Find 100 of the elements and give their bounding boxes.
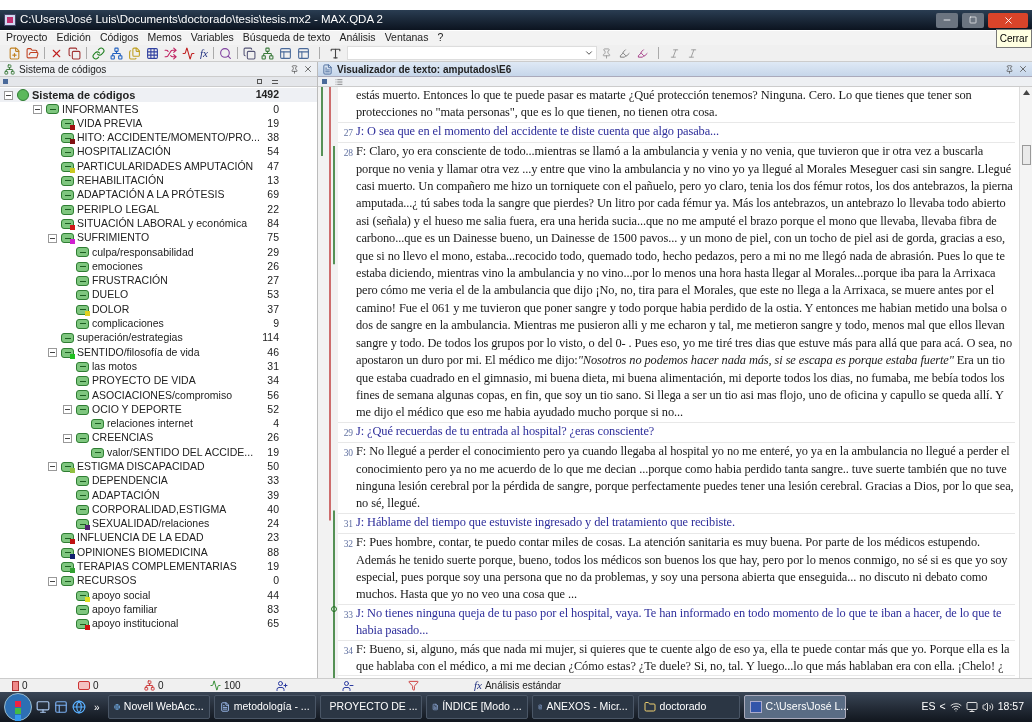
menu-item[interactable]: Edición bbox=[56, 30, 91, 46]
code-tree-item[interactable]: ASOCIACIONES/compromiso 56 bbox=[0, 388, 317, 403]
code-count: 37 bbox=[266, 301, 280, 317]
scrollbar[interactable] bbox=[1019, 87, 1032, 678]
menu-item[interactable]: Análisis bbox=[339, 30, 376, 46]
code-tree-item[interactable]: DUELO 53 bbox=[0, 288, 317, 303]
pin-icon[interactable] bbox=[1005, 64, 1014, 74]
code-tree-item[interactable]: OCIO Y DEPORTE 52 bbox=[0, 402, 317, 417]
menu-item[interactable]: ? bbox=[437, 30, 444, 46]
copy-icon[interactable] bbox=[240, 45, 258, 61]
code-tree-item[interactable]: PERIPLO LEGAL 22 bbox=[0, 202, 317, 217]
collapse-icon[interactable] bbox=[63, 433, 72, 443]
desktop-icon[interactable] bbox=[36, 700, 50, 714]
close-button[interactable] bbox=[988, 12, 1028, 28]
code-tree-item[interactable]: REHABILITACIÓN 13 bbox=[0, 173, 317, 189]
taskbar-button[interactable]: ANEXOS - Micr... bbox=[531, 695, 634, 719]
code-tree-item[interactable]: DEPENDENCIA 33 bbox=[0, 474, 317, 489]
collapse-icon[interactable] bbox=[48, 462, 57, 472]
code-tree-item[interactable]: RECURSOS 0 bbox=[0, 574, 317, 589]
display-icon[interactable] bbox=[965, 701, 978, 713]
code-tree-item[interactable]: TERAPIAS COMPLEMENTARIAS 19 bbox=[0, 559, 317, 575]
code-tree-item[interactable]: INFORMANTES 0 bbox=[0, 102, 317, 117]
code-tree-item[interactable]: culpa/responsabilidad 29 bbox=[0, 245, 317, 260]
copy-icon[interactable] bbox=[66, 45, 83, 61]
code-tree-item[interactable]: complicaciones 9 bbox=[0, 316, 317, 332]
window-switch-icon[interactable] bbox=[54, 700, 68, 714]
code-tree-item[interactable]: las motos 31 bbox=[0, 359, 317, 374]
tray-expand[interactable]: < bbox=[939, 699, 946, 715]
code-tree-item[interactable]: ADAPTACIÓN A LA PRÓTESIS 69 bbox=[0, 188, 317, 203]
code-tree-item[interactable]: HITO: ACCIDENTE/MOMENTO/PRO... 38 bbox=[0, 130, 317, 146]
collapse-icon[interactable] bbox=[48, 576, 57, 586]
menu-item[interactable]: Proyecto bbox=[6, 30, 48, 46]
code-tree-item[interactable]: ADAPTACIÓN 39 bbox=[0, 488, 317, 503]
collapse-icon[interactable] bbox=[48, 233, 57, 243]
menu-item[interactable]: Memos bbox=[147, 30, 182, 46]
network-icon[interactable] bbox=[108, 45, 125, 61]
code-tree-item[interactable]: apoyo institucional 65 bbox=[0, 617, 317, 632]
taskbar-button[interactable]: C:\Users\José L... bbox=[743, 695, 846, 719]
close-icon[interactable] bbox=[1018, 64, 1028, 74]
code-tree-item[interactable]: SENTIDO/filosofía de vida 46 bbox=[0, 345, 317, 360]
code-tree-item[interactable]: CREENCIAS 26 bbox=[0, 431, 317, 446]
menu-item[interactable]: Búsqueda de texto bbox=[242, 30, 331, 46]
collapse-icon[interactable] bbox=[48, 348, 57, 357]
code-tree-item[interactable]: apoyo social 44 bbox=[0, 588, 317, 603]
code-count: 65 bbox=[266, 616, 280, 632]
taskbar-button[interactable]: Novell WebAcc... bbox=[107, 695, 210, 719]
browser-icon[interactable] bbox=[72, 700, 86, 714]
code-tree-item[interactable]: CORPORALIDAD,ESTIGMA 40 bbox=[0, 502, 317, 517]
code-tree-item[interactable]: HOSPITALIZACIÓN 54 bbox=[0, 145, 317, 160]
close-icon[interactable] bbox=[303, 64, 313, 74]
code-tree-item[interactable]: VIDA PREVIA 19 bbox=[0, 116, 317, 131]
code-tree-item[interactable]: SITUACIÓN LABORAL y económica 84 bbox=[0, 216, 317, 231]
code-tree-item[interactable]: valor/SENTIDO DEL ACCIDE... 19 bbox=[0, 445, 317, 460]
code-tree-item[interactable]: ESTIGMA DISCAPACIDAD 50 bbox=[0, 459, 317, 474]
code-tree-item[interactable]: superación/estrategias 114 bbox=[0, 331, 317, 346]
collapse-icon[interactable] bbox=[63, 405, 72, 415]
overflow-chevron[interactable]: » bbox=[94, 699, 100, 715]
link-icon[interactable] bbox=[90, 45, 107, 61]
volume-icon[interactable] bbox=[981, 701, 994, 713]
code-tree-item[interactable]: OPINIONES BIOMEDICINA 88 bbox=[0, 545, 317, 560]
taskbar-button[interactable]: ÍNDICE [Modo ... bbox=[425, 695, 528, 719]
menu-item[interactable]: Variables bbox=[190, 30, 234, 46]
pin-icon[interactable] bbox=[290, 64, 299, 74]
code-tree-item[interactable]: relaciones internet 4 bbox=[0, 416, 317, 432]
code-label: FRUSTRACIÓN bbox=[92, 273, 168, 289]
column-icon bbox=[257, 79, 262, 84]
network-icon[interactable] bbox=[949, 701, 962, 713]
code-tree-item[interactable]: Sistema de códigos 1492 bbox=[0, 88, 317, 103]
collapse-icon[interactable] bbox=[4, 90, 13, 100]
start-button[interactable] bbox=[4, 693, 32, 721]
language-indicator[interactable]: ES bbox=[921, 699, 936, 715]
code-tree-item[interactable]: SUFRIMIENTO 75 bbox=[0, 230, 317, 246]
scroll-thumb[interactable] bbox=[1021, 145, 1031, 165]
maximize-button[interactable] bbox=[962, 12, 984, 28]
code-label: HOSPITALIZACIÓN bbox=[77, 144, 171, 160]
minimize-button[interactable] bbox=[936, 12, 958, 28]
code-tree-item[interactable]: SEXUALIDAD/relaciones 24 bbox=[0, 516, 317, 532]
clock[interactable]: 18:57 bbox=[997, 699, 1024, 715]
taskbar-button[interactable]: doctorado bbox=[637, 695, 740, 719]
menu-item[interactable]: Códigos bbox=[99, 30, 139, 46]
scroll-up-icon[interactable] bbox=[1022, 90, 1030, 95]
paragraph-number: 27 bbox=[342, 126, 354, 140]
taskbar-button[interactable]: metodología - ... bbox=[213, 695, 316, 719]
taskbar-button[interactable]: PROYECTO DE ... bbox=[319, 695, 422, 719]
formula-button[interactable]: fx bbox=[198, 44, 210, 62]
code-tree-item[interactable]: INFLUENCIA DE LA EDAD 23 bbox=[0, 531, 317, 546]
code-tree-item[interactable]: PROYECTO DE VIDA 34 bbox=[0, 373, 317, 389]
code-tree-item[interactable]: DOLOR 37 bbox=[0, 302, 317, 317]
tree-icon[interactable] bbox=[258, 45, 276, 61]
menu-item[interactable]: Ventanas bbox=[384, 30, 429, 46]
code-tree-item[interactable]: PARTICULARIDADES AMPUTACIÓN 47 bbox=[0, 159, 317, 174]
code-count: 52 bbox=[266, 401, 280, 417]
dropdown-field[interactable] bbox=[346, 46, 597, 60]
grid-icon[interactable] bbox=[144, 45, 161, 61]
collapse-icon[interactable] bbox=[33, 104, 42, 114]
code-tree-item[interactable]: apoyo familiar 83 bbox=[0, 602, 317, 617]
code-tree-item[interactable]: FRUSTRACIÓN 27 bbox=[0, 273, 317, 289]
code-tree-item[interactable]: emociones 26 bbox=[0, 259, 317, 274]
open-icon[interactable] bbox=[24, 45, 41, 61]
shuffle-icon[interactable] bbox=[162, 45, 179, 61]
